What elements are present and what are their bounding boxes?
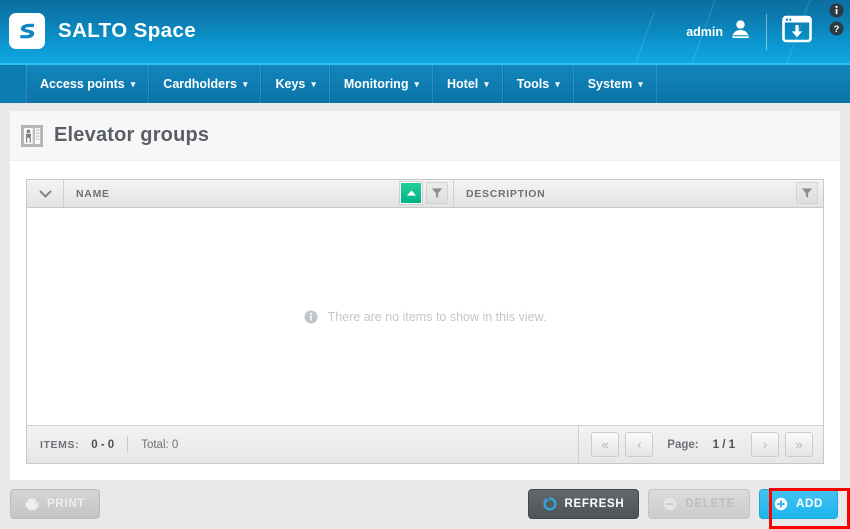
header-decoration-line (626, 12, 655, 63)
header-divider (766, 13, 767, 50)
grid-column-label: NAME (76, 187, 110, 200)
empty-state-text: There are no items to show in this view. (327, 309, 547, 324)
nav-item-label: Hotel (447, 77, 479, 91)
toolbar-right-buttons: REFRESH DELETE ADD (527, 489, 838, 519)
chevron-down-icon: ▾ (414, 78, 419, 89)
print-button[interactable]: PRINT (10, 489, 100, 519)
plus-circle-icon (774, 497, 788, 511)
svg-text:?: ? (834, 24, 840, 35)
nav-filler (656, 65, 850, 103)
items-range: 0 - 0 (91, 438, 115, 451)
nav-item-hotel[interactable]: Hotel ▾ (433, 65, 503, 103)
nav-item-keys[interactable]: Keys ▾ (261, 65, 330, 103)
nav-item-label: System (587, 77, 633, 91)
nav-item-system[interactable]: System ▾ (573, 65, 657, 103)
print-button-label: PRINT (47, 498, 85, 510)
previous-page-button[interactable]: ‹ (625, 432, 654, 457)
elevator-groups-grid: NAME DESCRIPTION There are no items to s… (26, 179, 824, 464)
chevron-down-icon: ▾ (311, 78, 316, 89)
grid-expand-all-button[interactable] (27, 180, 64, 207)
elevator-icon (21, 124, 43, 148)
nav-item-label: Access points (40, 77, 125, 91)
nav-item-tools[interactable]: Tools ▾ (502, 65, 574, 103)
page-label: Page: (667, 438, 699, 451)
add-button-label: ADD (795, 498, 823, 510)
filter-icon[interactable] (796, 182, 818, 204)
grid-header-row: NAME DESCRIPTION (27, 180, 823, 208)
info-icon (304, 309, 318, 324)
last-page-button[interactable]: » (785, 432, 813, 457)
header-right-controls: admin (686, 0, 814, 63)
chevron-down-icon: ▾ (555, 78, 560, 89)
footer-divider (127, 436, 129, 453)
nav-item-label: Cardholders (163, 77, 237, 91)
empty-state-message: There are no items to show in this view. (27, 310, 823, 324)
user-icon[interactable] (731, 19, 750, 44)
grid-column-name[interactable]: NAME (64, 180, 454, 207)
refresh-button-label: REFRESH (564, 498, 625, 510)
chevron-down-icon (38, 189, 52, 198)
brand-name: SALTO Space (58, 19, 197, 42)
admin-username: admin (686, 24, 723, 39)
first-page-button[interactable]: « (591, 432, 620, 457)
brand[interactable]: SALTO Space (9, 13, 196, 49)
help-icon[interactable]: ? (829, 21, 844, 36)
page-title: Elevator groups (54, 124, 210, 146)
nav-item-label: Tools (516, 77, 550, 91)
sort-ascending-icon[interactable] (400, 182, 422, 204)
items-count-zone: ITEMS: 0 - 0 Total: 0 (27, 436, 578, 453)
grid-column-label: DESCRIPTION (466, 187, 546, 200)
download-window-icon[interactable] (782, 15, 812, 48)
nav-item-cardholders[interactable]: Cardholders ▾ (149, 65, 262, 103)
pagination-controls: « ‹ Page: 1 / 1 › » (578, 426, 823, 463)
app-header: SALTO Space admin ? (0, 0, 850, 63)
delete-button-label: DELETE (685, 498, 735, 510)
page-title-bar: Elevator groups (10, 111, 840, 161)
nav-item-label: Keys (275, 77, 306, 91)
salto-s-logo-icon (9, 13, 45, 49)
refresh-icon (543, 497, 557, 511)
nav-item-monitoring[interactable]: Monitoring ▾ (329, 65, 433, 103)
corner-help-icons: ? (829, 3, 844, 36)
delete-button[interactable]: DELETE (648, 489, 750, 519)
grid-body: There are no items to show in this view. (27, 208, 823, 425)
chevron-down-icon: ▾ (242, 78, 248, 89)
items-label: ITEMS: (40, 438, 80, 451)
info-icon[interactable] (829, 3, 844, 18)
minus-circle-icon (663, 497, 677, 511)
application-window: SALTO Space admin ? Access points ▾ Card… (0, 0, 850, 529)
nav-items: Access points ▾ Cardholders ▾ Keys ▾ Mon… (0, 65, 850, 103)
nav-item-label: Monitoring (343, 77, 409, 91)
grid-column-tools (796, 182, 818, 204)
items-total: Total: 0 (141, 438, 179, 451)
content-panel: Elevator groups NAME DESCRIPTION There a… (10, 111, 840, 480)
grid-column-description[interactable]: DESCRIPTION (454, 180, 823, 207)
page-value: 1 / 1 (712, 438, 735, 451)
main-navigation-bar: Access points ▾ Cardholders ▾ Keys ▾ Mon… (0, 63, 850, 103)
printer-icon (25, 498, 39, 511)
chevron-down-icon: ▾ (130, 78, 136, 89)
chevron-down-icon: ▾ (484, 78, 489, 89)
nav-item-access-points[interactable]: Access points ▾ (26, 65, 150, 103)
filter-icon[interactable] (426, 182, 448, 204)
next-page-button[interactable]: › (751, 432, 779, 457)
chevron-down-icon: ▾ (638, 78, 643, 89)
bottom-toolbar: PRINT REFRESH DELETE ADD (0, 480, 850, 529)
grid-footer: ITEMS: 0 - 0 Total: 0 « ‹ Page: 1 / 1 › … (27, 425, 823, 463)
grid-column-tools (400, 182, 448, 204)
refresh-button[interactable]: REFRESH (527, 489, 640, 519)
add-button[interactable]: ADD (758, 489, 838, 519)
